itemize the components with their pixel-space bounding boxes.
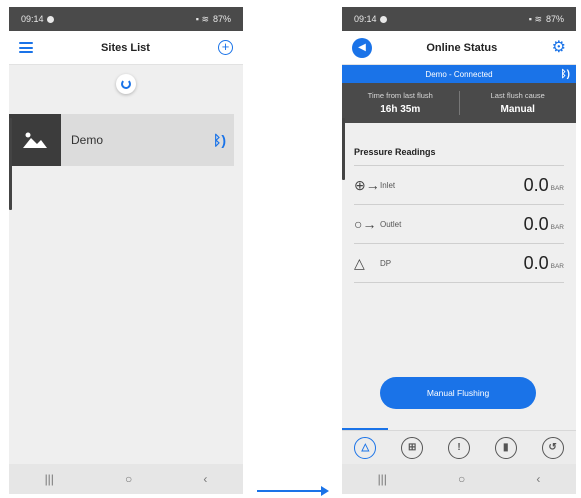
flush-info-panel: Time from last flush 16h 35m Last flush … — [342, 83, 576, 123]
delta-triangle-icon: △ — [354, 254, 365, 271]
image-placeholder-icon — [9, 114, 61, 166]
battery-level: 87% — [545, 14, 564, 24]
reading-row-dp: △ DP 0.0 BAR — [354, 244, 564, 283]
site-list-item-demo[interactable]: Demo ᛒ) — [9, 114, 234, 166]
system-nav-bar: ||| ○ ‹ — [342, 464, 576, 494]
reading-label: DP — [380, 258, 392, 268]
tab-status-triangle-icon[interactable]: △ — [354, 436, 377, 459]
last-flush-time-value: 16h 35m — [380, 104, 421, 115]
reading-unit: BAR — [550, 224, 564, 231]
last-flush-cause: Last flush cause Manual — [460, 91, 577, 115]
back-button[interactable]: ‹ — [536, 472, 540, 486]
online-status-screen: 09:14 ▪ ≋ 87% ◀ Online Status ⚙ Demo - Co… — [342, 7, 576, 494]
home-button[interactable]: ○ — [458, 472, 465, 486]
loading-spinner-icon — [116, 74, 136, 94]
inlet-arrow-icon: ⊕→ — [354, 176, 380, 193]
reading-value: 0.0 — [523, 174, 549, 195]
app-bar: Sites List + — [9, 31, 243, 65]
scroll-indicator — [342, 118, 345, 180]
status-bar: 09:14 ▪ ≋ 87% — [342, 7, 576, 31]
app-bar: ◀ Online Status ⚙ — [342, 31, 576, 65]
notification-icon — [46, 16, 54, 24]
bluetooth-icon: ᛒ) — [212, 132, 226, 148]
site-name: Demo — [71, 133, 104, 147]
reading-value: 0.0 — [523, 213, 549, 234]
system-nav-bar: ||| ○ ‹ — [9, 464, 243, 494]
pressure-readings-section: Pressure Readings ⊕→ Inlet 0.0 BAR ○→ Ou… — [342, 147, 576, 283]
last-flush-cause-value: Manual — [500, 104, 535, 115]
home-button[interactable]: ○ — [125, 472, 132, 486]
status-time: 09:14 — [21, 14, 44, 24]
tab-grid-icon[interactable]: ⊞ — [401, 436, 424, 459]
connection-status: Demo - Connected — [425, 69, 493, 79]
reading-row-inlet: ⊕→ Inlet 0.0 BAR — [354, 166, 564, 205]
status-time: 09:14 — [354, 14, 377, 24]
reading-row-outlet: ○→ Outlet 0.0 BAR — [354, 205, 564, 244]
last-flush-time-label: Time from last flush — [367, 91, 433, 100]
signal-icon: ▪ ≋ — [528, 13, 542, 24]
transition-arrow-icon — [257, 486, 329, 496]
connection-banner: Demo - Connected ᛒ) — [342, 65, 576, 83]
notification-icon — [379, 16, 387, 24]
tab-signal-icon[interactable]: ▮ — [494, 436, 517, 459]
bluetooth-icon: ᛒ) — [560, 68, 570, 80]
hamburger-menu-icon[interactable] — [19, 42, 33, 53]
settings-gear-icon[interactable]: ⚙ — [552, 39, 566, 56]
manual-flushing-button[interactable]: Manual Flushing — [380, 377, 536, 409]
signal-icon: ▪ ≋ — [195, 13, 209, 24]
reading-label: Inlet — [380, 180, 396, 190]
tab-history-icon[interactable]: ↺ — [541, 436, 564, 459]
page-title: Sites List — [101, 41, 150, 54]
back-arrow-icon[interactable]: ◀ — [352, 37, 372, 58]
reading-unit: BAR — [550, 263, 564, 270]
bottom-tab-bar: △ ⊞ ! ▮ ↺ — [342, 430, 576, 464]
last-flush-time: Time from last flush 16h 35m — [342, 91, 459, 115]
last-flush-cause-label: Last flush cause — [490, 91, 545, 100]
recent-apps-button[interactable]: ||| — [378, 472, 387, 486]
add-site-icon[interactable]: + — [218, 40, 233, 55]
outlet-arrow-icon: ○→ — [354, 216, 377, 232]
section-title: Pressure Readings — [354, 147, 564, 166]
status-bar: 09:14 ▪ ≋ 87% — [9, 7, 243, 31]
back-button[interactable]: ‹ — [203, 472, 207, 486]
sites-list-screen: 09:14 ▪ ≋ 87% Sites List + Demo ᛒ) ||| ○ … — [9, 7, 243, 494]
battery-level: 87% — [212, 14, 231, 24]
reading-label: Outlet — [380, 219, 402, 229]
loading-area — [9, 65, 243, 103]
reading-value: 0.0 — [523, 252, 549, 273]
tab-alert-icon[interactable]: ! — [447, 436, 470, 459]
recent-apps-button[interactable]: ||| — [45, 472, 54, 486]
reading-unit: BAR — [550, 185, 564, 192]
scroll-indicator — [9, 118, 12, 210]
page-title: Online Status — [426, 41, 498, 54]
